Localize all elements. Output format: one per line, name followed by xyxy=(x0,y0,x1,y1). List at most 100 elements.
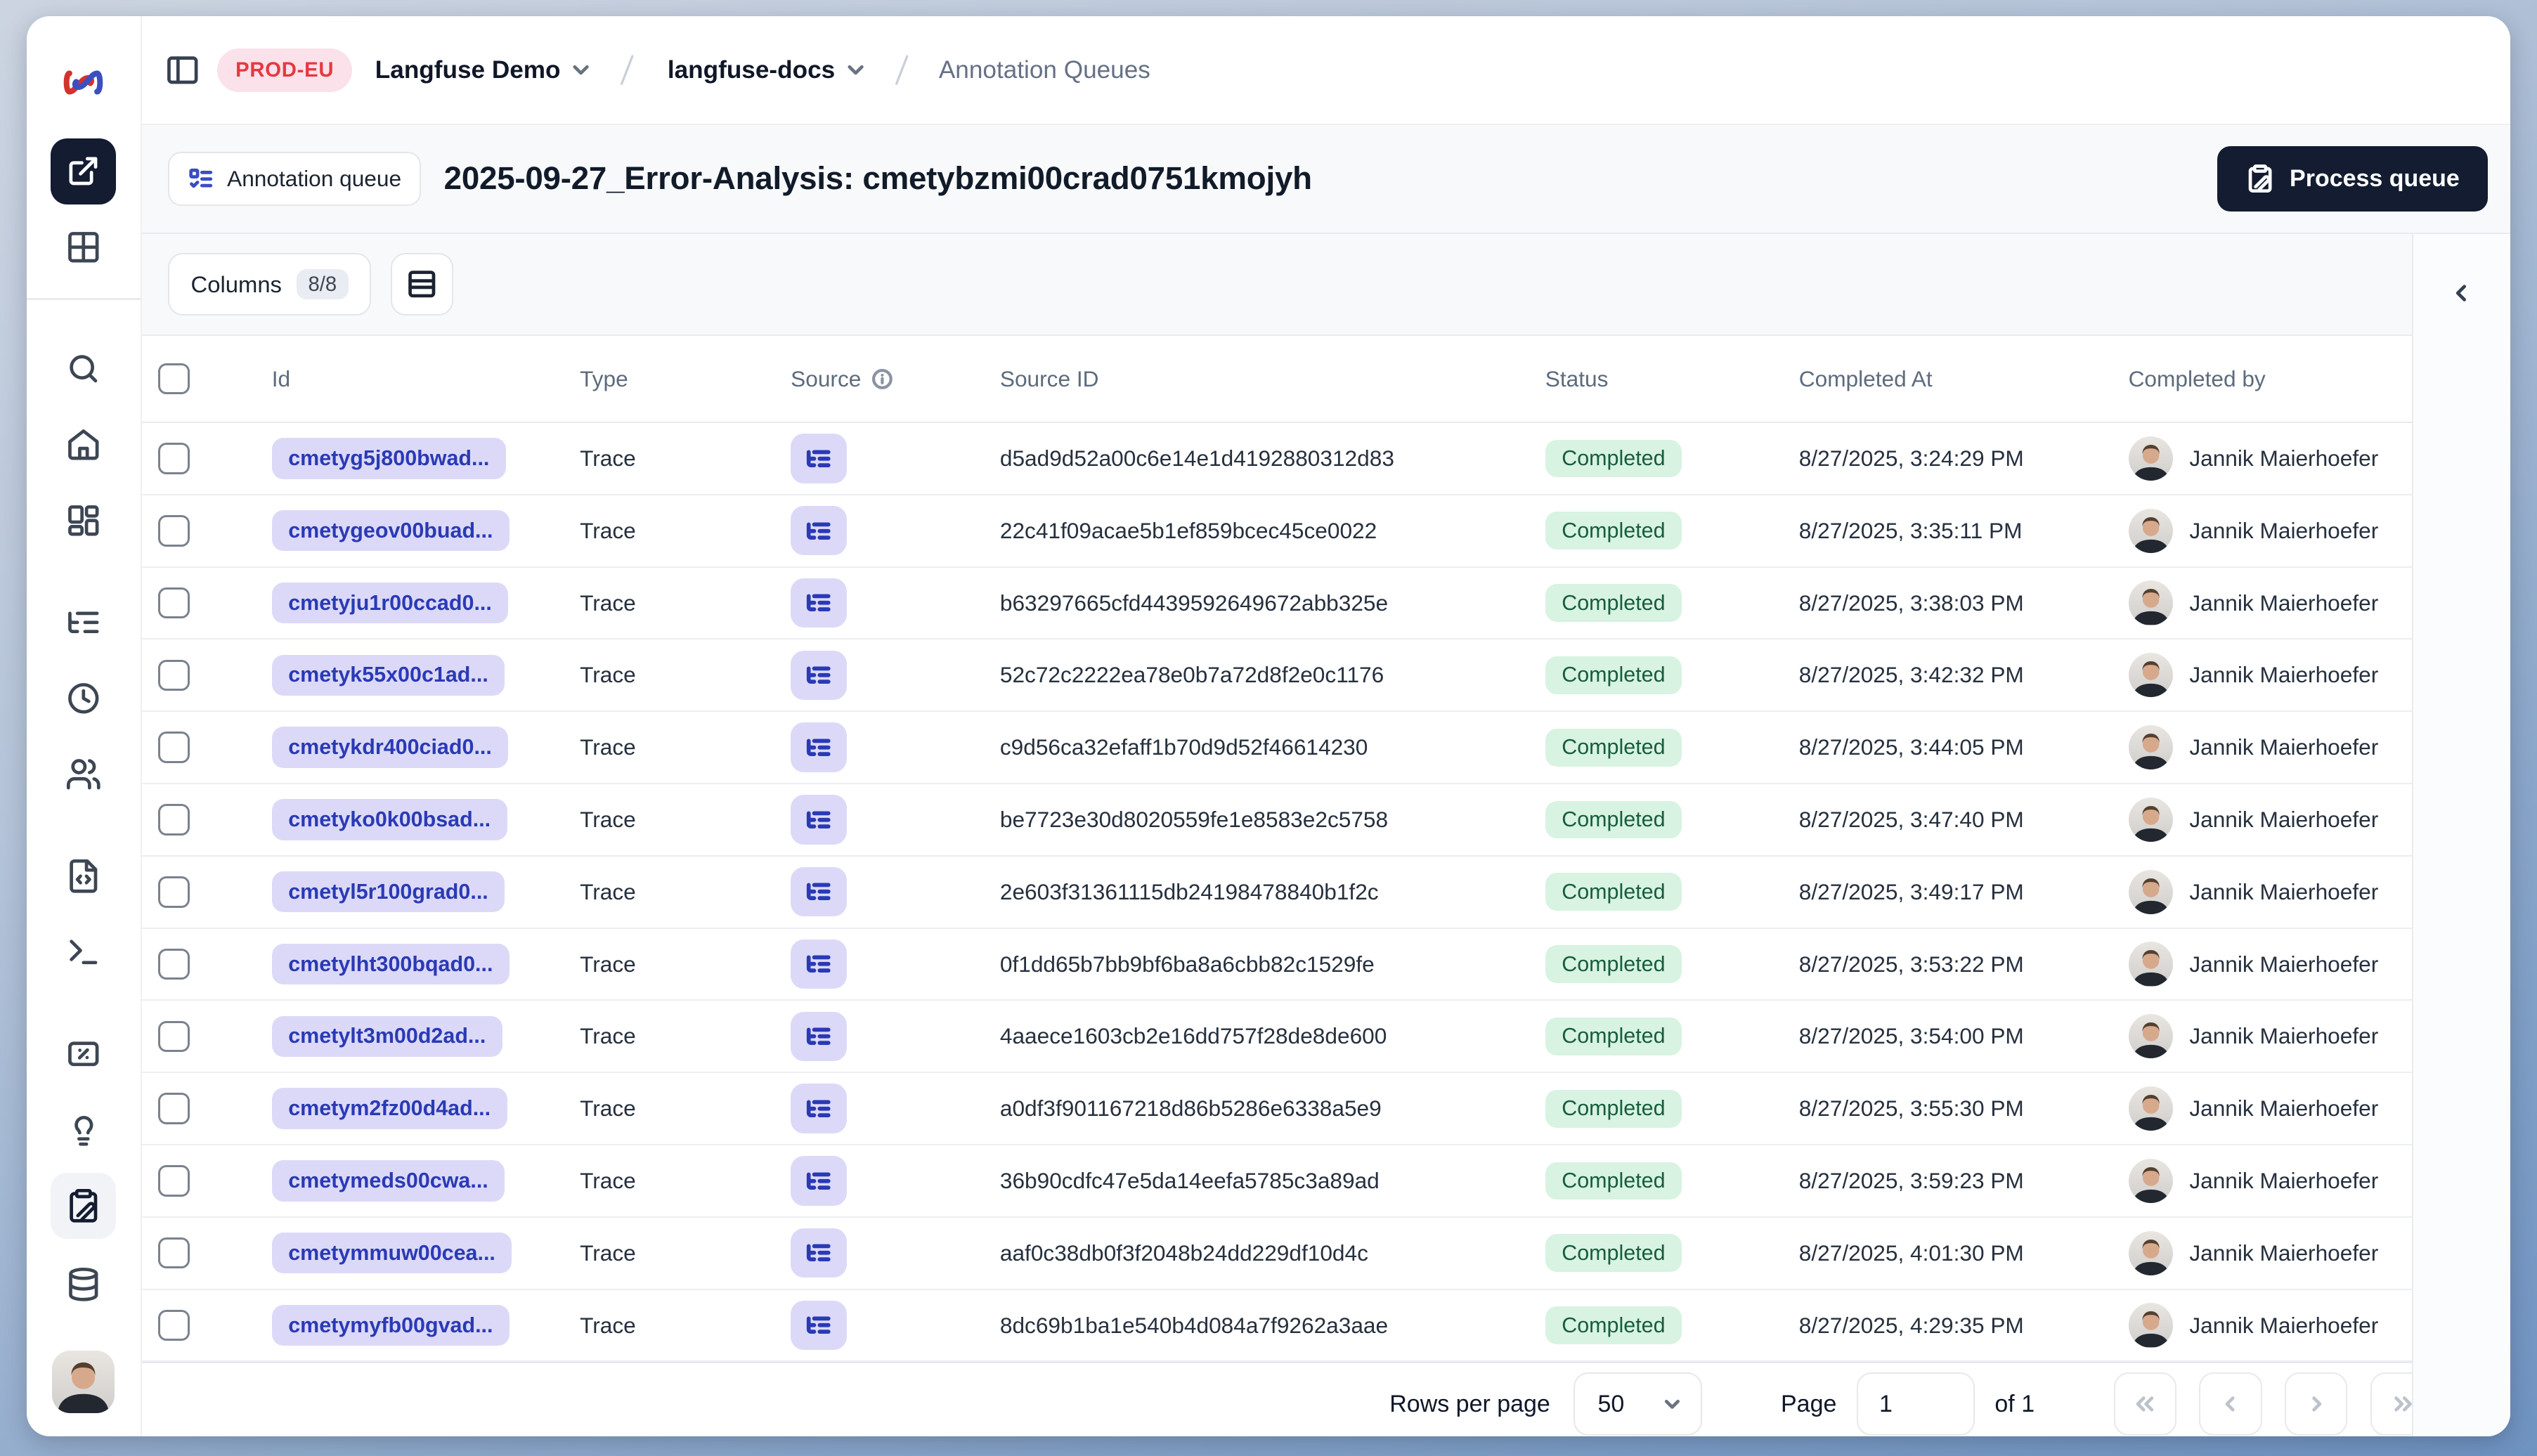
next-page-button[interactable] xyxy=(2285,1372,2348,1436)
item-id-badge[interactable]: cmetyl5r100grad0... xyxy=(271,871,505,913)
row-checkbox[interactable] xyxy=(158,1165,190,1197)
row-checkbox[interactable] xyxy=(158,876,190,908)
table-row[interactable]: cmetym2fz00d4ad... Trace a0df3f901167218… xyxy=(141,1073,2412,1146)
table-row[interactable]: cmetygeov00buad... Trace 22c41f09acae5b1… xyxy=(141,495,2412,568)
table-row[interactable]: cmetylht300bqad0... Trace 0f1dd65b7bb9bf… xyxy=(141,928,2412,1001)
trace-source-icon[interactable] xyxy=(791,1084,847,1133)
user-avatar[interactable] xyxy=(52,1351,115,1414)
trace-source-icon[interactable] xyxy=(791,1300,847,1351)
status-badge: Completed xyxy=(1545,728,1682,767)
table-row[interactable]: cmetyg5j800bwad... Trace d5ad9d52a00c6e1… xyxy=(141,423,2412,495)
users-icon[interactable] xyxy=(51,744,117,803)
breadcrumb-project[interactable]: langfuse-docs xyxy=(668,56,868,84)
scores-percent-icon[interactable] xyxy=(51,1025,117,1084)
table-row[interactable]: cmetyl5r100grad0... Trace 2e603f31361115… xyxy=(141,856,2412,929)
row-checkbox[interactable] xyxy=(158,1309,190,1341)
item-id-badge[interactable]: cmetygeov00buad... xyxy=(271,510,510,552)
breadcrumb-org[interactable]: Langfuse Demo xyxy=(375,56,594,84)
row-checkbox[interactable] xyxy=(158,1237,190,1269)
trace-source-icon[interactable] xyxy=(791,722,847,772)
search-icon[interactable] xyxy=(51,339,117,398)
item-source-id: d5ad9d52a00c6e14e1d4192880312d83 xyxy=(999,445,1394,471)
item-id-badge[interactable]: cmetymeds00cwa... xyxy=(271,1160,505,1202)
tracing-icon[interactable] xyxy=(51,593,117,652)
table-row[interactable]: cmetymyfb00gvad... Trace 8dc69b1ba1e540b… xyxy=(141,1289,2412,1363)
row-checkbox[interactable] xyxy=(158,514,190,547)
completed-by-avatar xyxy=(2128,508,2173,553)
row-checkbox[interactable] xyxy=(158,948,190,980)
row-height-button[interactable] xyxy=(391,252,454,316)
trace-source-icon[interactable] xyxy=(791,1156,847,1206)
row-checkbox[interactable] xyxy=(158,587,190,619)
table-row[interactable]: cmetymeds00cwa... Trace 36b90cdfc47e5da1… xyxy=(141,1145,2412,1218)
item-id-badge[interactable]: cmetyg5j800bwad... xyxy=(271,438,506,479)
item-id-badge[interactable]: cmetykdr400ciad0... xyxy=(271,727,509,768)
completed-by-name: Jannik Maierhoefer xyxy=(2189,806,2379,832)
item-id-badge[interactable]: cmetyko0k00bsad... xyxy=(271,799,507,840)
item-source-id: 36b90cdfc47e5da14eefa5785c3a89ad xyxy=(999,1167,1380,1193)
open-external-icon[interactable] xyxy=(50,138,117,204)
trace-source-icon[interactable] xyxy=(791,650,847,700)
trace-source-icon[interactable] xyxy=(791,939,847,989)
item-id-badge[interactable]: cmetyk55x00c1ad... xyxy=(271,654,505,696)
table-row[interactable]: cmetylt3m00d2ad... Trace 4aaece1603cb2e1… xyxy=(141,1001,2412,1074)
prev-page-button[interactable] xyxy=(2199,1372,2262,1436)
evaluators-lightbulb-icon[interactable] xyxy=(51,1100,117,1159)
annotation-queues-clipboard-icon[interactable] xyxy=(50,1172,117,1239)
table-toolbar: Columns 8/8 xyxy=(141,233,2412,337)
sessions-clock-icon[interactable] xyxy=(51,669,117,728)
item-type: Trace xyxy=(580,1167,636,1193)
completed-by-name: Jannik Maierhoefer xyxy=(2189,1096,2379,1122)
sidebar-toggle-icon[interactable] xyxy=(164,52,201,89)
row-checkbox[interactable] xyxy=(158,732,190,763)
item-id-badge[interactable]: cmetym2fz00d4ad... xyxy=(271,1088,507,1129)
info-icon[interactable] xyxy=(871,368,894,391)
datasets-database-icon[interactable] xyxy=(51,1255,117,1314)
item-source-id: be7723e30d8020559fe1e8583e2c5758 xyxy=(999,806,1389,832)
item-id-badge[interactable]: cmetylht300bqad0... xyxy=(271,943,510,985)
columns-button[interactable]: Columns 8/8 xyxy=(168,252,372,316)
completed-by-name: Jannik Maierhoefer xyxy=(2189,1023,2379,1049)
completed-by-avatar xyxy=(2128,580,2173,625)
table-row[interactable]: cmetyju1r00ccad0... Trace b63297665cfd44… xyxy=(141,567,2412,640)
row-checkbox[interactable] xyxy=(158,659,190,691)
row-checkbox[interactable] xyxy=(158,443,190,474)
item-id-badge[interactable]: cmetymyfb00gvad... xyxy=(271,1304,510,1346)
rows-per-page-select[interactable]: 50 xyxy=(1573,1372,1702,1436)
table-view-icon[interactable] xyxy=(51,214,117,280)
page-number-input[interactable] xyxy=(1856,1372,1975,1436)
trace-source-icon[interactable] xyxy=(791,578,847,628)
table-row[interactable]: cmetyk55x00c1ad... Trace 52c72c2222ea78e… xyxy=(141,639,2412,713)
item-completed-at: 8/27/2025, 3:44:05 PM xyxy=(1798,734,2024,760)
item-id-badge[interactable]: cmetyju1r00ccad0... xyxy=(271,582,509,624)
trace-source-icon[interactable] xyxy=(791,1228,847,1278)
trace-source-icon[interactable] xyxy=(791,1011,847,1061)
trace-source-icon[interactable] xyxy=(791,867,847,917)
item-id-badge[interactable]: cmetylt3m00d2ad... xyxy=(271,1015,502,1058)
trace-source-icon[interactable] xyxy=(791,506,847,556)
playground-terminal-icon[interactable] xyxy=(51,923,117,982)
row-checkbox[interactable] xyxy=(158,1093,190,1124)
langfuse-logo-icon[interactable] xyxy=(62,66,105,99)
row-checkbox[interactable] xyxy=(158,804,190,836)
item-completed-at: 8/27/2025, 3:42:32 PM xyxy=(1798,662,2024,688)
process-queue-button[interactable]: Process queue xyxy=(2217,145,2488,212)
row-checkbox[interactable] xyxy=(158,1020,190,1053)
prompts-file-code-icon[interactable] xyxy=(51,847,117,906)
status-badge: Completed xyxy=(1545,1306,1682,1344)
table-row[interactable]: cmetykdr400ciad0... Trace c9d56ca32efaff… xyxy=(141,712,2412,785)
item-type: Trace xyxy=(580,517,636,543)
first-page-button[interactable] xyxy=(2113,1372,2176,1436)
trace-source-icon[interactable] xyxy=(791,434,847,483)
table-row[interactable]: cmetymmuw00cea... Trace aaf0c38db0f3f204… xyxy=(141,1217,2412,1290)
dashboards-icon[interactable] xyxy=(51,490,117,550)
select-all-checkbox[interactable] xyxy=(158,363,190,395)
app-viewport: PROD-EU Langfuse Demo langfuse-docs Anno… xyxy=(0,0,2537,1456)
home-icon[interactable] xyxy=(51,415,117,474)
trace-source-icon[interactable] xyxy=(791,795,847,845)
item-id-badge[interactable]: cmetymmuw00cea... xyxy=(271,1233,512,1274)
breadcrumb-bar: PROD-EU Langfuse Demo langfuse-docs Anno… xyxy=(141,16,2511,126)
clipboard-pen-icon xyxy=(2245,164,2275,193)
collapse-panel-button[interactable] xyxy=(2439,270,2485,316)
table-row[interactable]: cmetyko0k00bsad... Trace be7723e30d80205… xyxy=(141,784,2412,857)
